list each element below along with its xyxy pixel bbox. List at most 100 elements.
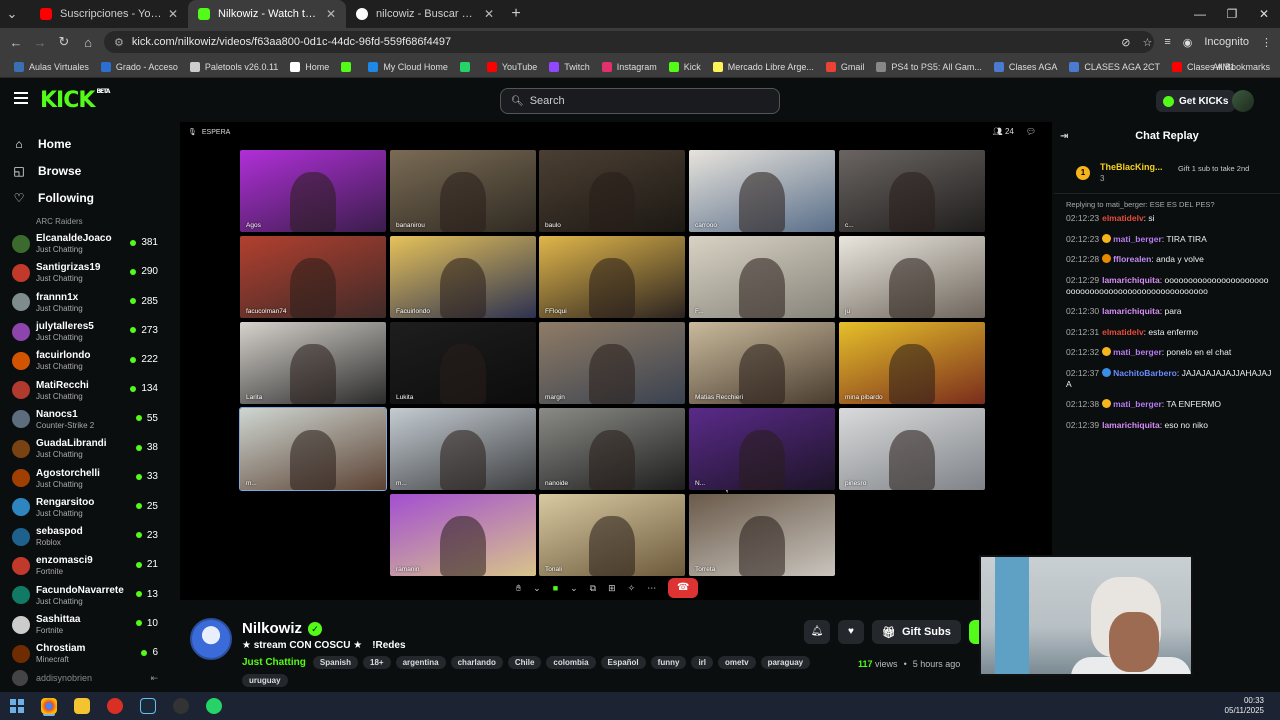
tab-kick-vod[interactable]: Nilkowiz - Watch the VOD ... ✕ bbox=[188, 0, 346, 28]
all-bookmarks[interactable]: All Bookmarks bbox=[1212, 56, 1270, 78]
obs-icon[interactable] bbox=[173, 698, 189, 714]
sidebar-channel[interactable]: GuadaLibrandi Just Chatting 38 bbox=[0, 434, 172, 463]
chat-username[interactable]: fflorealen bbox=[1113, 254, 1151, 264]
camera-icon[interactable]: ■ bbox=[553, 583, 558, 593]
stream-tag[interactable]: 18+ bbox=[363, 656, 391, 669]
stream-tag[interactable]: irl bbox=[691, 656, 713, 669]
eye-off-icon[interactable]: ⊘ bbox=[1121, 36, 1130, 49]
chat-username[interactable]: lamarichiquita bbox=[1102, 275, 1160, 285]
participant-tile[interactable]: FFloqui bbox=[539, 236, 685, 318]
chat-username[interactable]: mati_berger bbox=[1113, 399, 1162, 409]
chat-username[interactable]: elmatidelv bbox=[1102, 213, 1144, 223]
incognito-icon[interactable]: ◉ bbox=[1183, 36, 1193, 49]
participant-tile[interactable]: Torreta bbox=[689, 494, 835, 576]
participant-tile[interactable]: F... bbox=[689, 236, 835, 318]
participants-count[interactable]: 👥︎ 24 bbox=[993, 127, 1014, 136]
stream-tag[interactable]: charlando bbox=[450, 656, 503, 669]
chat-message[interactable]: 02:12:37 NachitoBarbero: JAJAJAJAJAJJAHAJ… bbox=[1066, 367, 1272, 390]
chat-message[interactable]: 02:12:38 mati_berger: TA ENFERMO bbox=[1066, 399, 1272, 410]
chat-message[interactable]: 02:12:31 elmatidelv: esta enfermo bbox=[1066, 327, 1272, 338]
participant-tile[interactable]: bananirou bbox=[390, 150, 536, 232]
whatsapp-icon[interactable] bbox=[206, 698, 222, 714]
participant-tile[interactable]: c... bbox=[839, 150, 985, 232]
bookmark-item[interactable]: My Cloud Home bbox=[362, 61, 454, 72]
sidebar-channel[interactable]: julytalleres5 Just Chatting 273 bbox=[0, 317, 172, 346]
forward-icon[interactable]: → bbox=[28, 35, 52, 50]
chat-message[interactable]: 02:12:23 elmatidelv: si bbox=[1066, 213, 1272, 224]
more-options-icon[interactable]: ⋯ bbox=[647, 583, 656, 594]
bell-icon[interactable]: 🔔︎ bbox=[804, 620, 830, 644]
url-field[interactable]: ⚙ kick.com/nilkowiz/videos/f63aa800-0d1c… bbox=[104, 31, 1154, 53]
maximize-button[interactable]: ❐ bbox=[1216, 0, 1248, 28]
chat-message[interactable]: 02:12:32 mati_berger: ponelo en el chat bbox=[1066, 347, 1272, 358]
participant-tile[interactable]: Agos bbox=[240, 150, 386, 232]
bookmark-item[interactable]: Clases AGA bbox=[988, 61, 1064, 72]
hamburger-menu-icon[interactable] bbox=[14, 92, 28, 104]
sidebar-channel[interactable]: MatiRecchi Just Chatting 134 bbox=[0, 375, 172, 404]
participant-tile[interactable]: Facuirlondo bbox=[390, 236, 536, 318]
bookmark-item[interactable]: Kick bbox=[663, 61, 707, 72]
grid-icon[interactable]: ⊞ bbox=[608, 583, 616, 594]
chat-username[interactable]: mati_berger bbox=[1113, 347, 1162, 357]
stream-tag[interactable]: Español bbox=[600, 656, 646, 669]
participant-tile[interactable]: pinesro bbox=[839, 408, 985, 490]
streamer-avatar[interactable] bbox=[190, 618, 232, 660]
bookmark-item[interactable]: Home bbox=[284, 61, 335, 72]
collapse-chat-icon[interactable]: ⇥ bbox=[1060, 131, 1068, 142]
offline-channel[interactable]: addisynobrien ⇤ bbox=[0, 668, 172, 688]
effects-icon[interactable]: ✧ bbox=[628, 583, 636, 594]
chat-message[interactable]: 02:12:29 lamarichiquita: oooooooooooooooo… bbox=[1066, 275, 1272, 297]
bookmark-item[interactable] bbox=[335, 61, 362, 72]
sidebar-channel[interactable]: sebaspod Roblox 23 bbox=[0, 522, 172, 551]
participant-tile[interactable]: baulo bbox=[539, 150, 685, 232]
chat-username[interactable]: NachitoBarbero bbox=[1113, 368, 1177, 378]
participant-tile[interactable]: ramanin bbox=[390, 494, 536, 576]
bookmark-item[interactable]: CLASES AGA 2CT bbox=[1063, 61, 1166, 72]
sidebar-channel[interactable]: facuirlondo Just Chatting 222 bbox=[0, 346, 172, 375]
participant-tile[interactable]: Matias Recchieri bbox=[689, 322, 835, 404]
collapse-icon[interactable]: ⇤ bbox=[150, 673, 158, 684]
bookmark-item[interactable]: Aulas Virtuales bbox=[8, 61, 95, 72]
chat-bubble-icon[interactable]: 💬︎ bbox=[1026, 127, 1036, 136]
stream-tag[interactable]: colombia bbox=[546, 656, 596, 669]
category-link[interactable]: Just Chatting bbox=[242, 657, 306, 668]
system-clock[interactable]: 00:33 05/11/2025 bbox=[1225, 696, 1264, 716]
chat-message[interactable]: 02:12:23 mati_berger: TIRA TIRA bbox=[1066, 233, 1272, 245]
sidebar-channel[interactable]: Santigrizas19 Just Chatting 290 bbox=[0, 258, 172, 287]
close-window-button[interactable]: ✕ bbox=[1248, 0, 1280, 28]
participant-tile[interactable]: margin bbox=[539, 322, 685, 404]
chrome-icon[interactable] bbox=[41, 698, 57, 714]
bookmark-star-icon[interactable]: ☆ bbox=[1142, 36, 1152, 49]
stream-tag[interactable]: paraguay bbox=[760, 656, 811, 669]
chevron-down-icon[interactable]: ⌄ bbox=[533, 583, 541, 594]
bookmark-item[interactable] bbox=[454, 61, 481, 72]
participant-tile[interactable]: ju bbox=[839, 236, 985, 318]
new-tab-button[interactable]: + bbox=[504, 5, 528, 23]
menu-icon[interactable]: ⋮ bbox=[1261, 36, 1272, 49]
raise-hand-icon[interactable]: ✋︎ bbox=[516, 583, 521, 594]
participant-tile[interactable]: nanoide bbox=[539, 408, 685, 490]
back-icon[interactable]: ← bbox=[4, 35, 28, 50]
file-explorer-icon[interactable] bbox=[74, 698, 90, 714]
minimize-button[interactable]: — bbox=[1184, 0, 1216, 28]
tab-google[interactable]: nilcowiz - Buscar con Google ✕ bbox=[346, 0, 504, 28]
profile-label[interactable]: Incognito bbox=[1204, 36, 1249, 48]
share-screen-icon[interactable]: ⧉ bbox=[590, 583, 596, 594]
hang-up-button[interactable]: ☎ bbox=[668, 578, 699, 598]
stream-tag[interactable]: funny bbox=[650, 656, 687, 669]
gift-subs-button[interactable]: 🎁︎ Gift Subs bbox=[872, 620, 961, 644]
stream-tag[interactable]: uruguay bbox=[242, 674, 288, 687]
participant-tile[interactable]: facucolman74 bbox=[240, 236, 386, 318]
search-input[interactable]: 🔍︎ Search bbox=[500, 88, 780, 114]
sidebar-nav-home[interactable]: ⌂ Home bbox=[0, 130, 172, 157]
sidebar-channel[interactable]: enzomasci9 Fortnite 21 bbox=[0, 551, 172, 580]
stream-tag[interactable]: argentina bbox=[395, 656, 446, 669]
bookmark-item[interactable]: Instagram bbox=[596, 61, 663, 72]
participant-tile[interactable]: Lukita bbox=[390, 322, 536, 404]
heart-icon[interactable]: ♥ bbox=[838, 620, 864, 644]
participant-tile[interactable]: carrooo bbox=[689, 150, 835, 232]
get-kicks-button[interactable]: Get KICKs bbox=[1156, 90, 1236, 112]
home-icon[interactable]: ⌂ bbox=[76, 35, 100, 50]
pinned-gifter[interactable]: 1 TheBlacKing... 3 Gift 1 sub to take 2n… bbox=[1054, 150, 1280, 194]
sidebar-channel[interactable]: frannn1x Just Chatting 285 bbox=[0, 288, 172, 317]
